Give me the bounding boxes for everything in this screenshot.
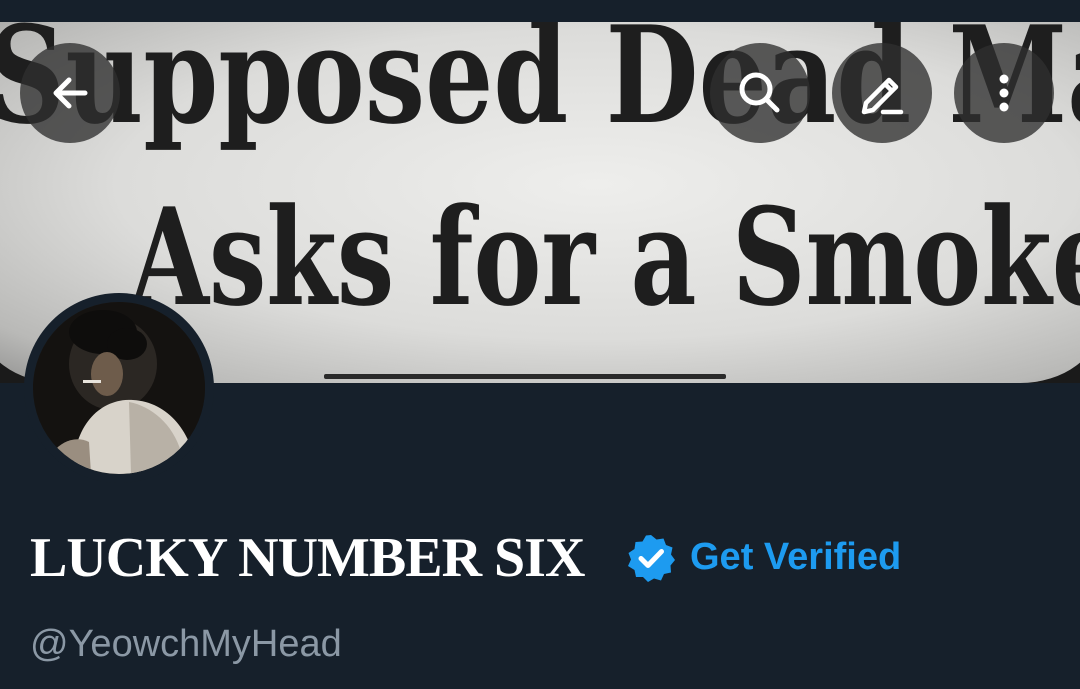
pencil-icon: [861, 77, 904, 115]
search-button[interactable]: [710, 43, 810, 143]
avatar-silhouette: [33, 302, 205, 474]
user-handle: @YeowchMyHead: [30, 623, 342, 665]
arrow-left-icon: [53, 77, 88, 109]
banner-divider: [324, 374, 726, 379]
vertical-ellipsis-icon: [999, 74, 1009, 112]
display-name: LUCKY NUMBER SIX: [30, 527, 585, 589]
banner-headline-line2: Asks for a Smoke: [130, 178, 1080, 336]
avatar[interactable]: [24, 293, 214, 483]
avatar-photo: [33, 302, 205, 474]
verified-badge-icon[interactable]: [626, 533, 676, 583]
search-icon: [739, 72, 780, 113]
profile-screen: Supposed Dead Man Asks for a Smoke: [0, 0, 1080, 689]
more-options-button[interactable]: [954, 43, 1054, 143]
get-verified-link[interactable]: Get Verified: [690, 534, 901, 580]
edit-profile-button[interactable]: [832, 43, 932, 143]
status-bar: [0, 0, 1080, 22]
back-button[interactable]: [20, 43, 120, 143]
